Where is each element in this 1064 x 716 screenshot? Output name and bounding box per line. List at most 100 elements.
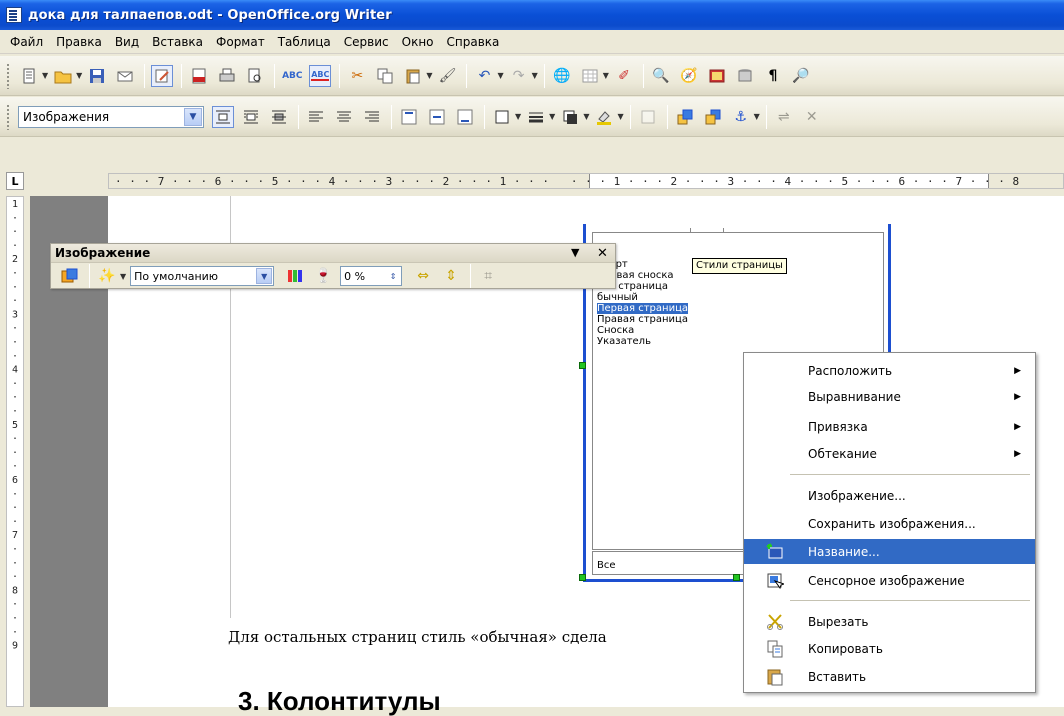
menu-item-picture[interactable]: Изображение... [744,483,1035,508]
anchor-dropdown-icon[interactable]: ▼ [754,112,760,121]
menu-insert[interactable]: Вставка [152,35,203,49]
resize-handle[interactable] [579,362,586,369]
resize-handle[interactable] [733,574,740,581]
anchor-icon[interactable]: ⚓ [730,106,752,128]
toolbar-grip[interactable] [6,103,10,130]
menu-table[interactable]: Таблица [278,35,331,49]
unlink-frames-icon[interactable]: ✕ [801,106,823,128]
menu-file[interactable]: Файл [10,35,43,49]
menu-item-caption[interactable]: Название... [744,539,1035,564]
menu-item-image-map[interactable]: Сенсорное изображение [744,568,1035,593]
crop-icon[interactable]: ⌗ [477,265,499,287]
flip-horizontal-icon[interactable]: ⇕ [440,265,462,287]
open-dropdown-icon[interactable]: ▼ [76,71,82,80]
window-titlebar[interactable]: дока для талпаепов.odt - OpenOffice.org … [0,0,1064,30]
cut-icon[interactable]: ✂ [346,65,368,87]
chevron-down-icon[interactable]: ▼ [184,107,202,126]
resize-handle[interactable] [579,574,586,581]
borders-icon[interactable] [491,106,513,128]
menu-item-wrap[interactable]: Обтекание ▶ [744,441,1035,466]
show-draw-functions-icon[interactable]: ✐ [613,65,635,87]
line-style-dropdown-icon[interactable]: ▼ [549,112,555,121]
copy-icon[interactable] [374,65,396,87]
hyperlink-icon[interactable]: 🌐 [551,65,573,87]
menu-help[interactable]: Справка [447,35,500,49]
transparency-icon[interactable]: 🍷 [312,265,334,287]
spin-arrows-icon[interactable]: ⇕ [386,268,400,284]
align-middle-icon[interactable] [426,106,448,128]
section-heading[interactable]: 3. Колонтитулы [238,688,441,714]
border-color-dropdown-icon[interactable]: ▼ [583,112,589,121]
color-icon[interactable] [284,265,306,287]
menu-item-alignment[interactable]: Выравнивание ▶ [744,384,1035,409]
send-to-back-icon[interactable] [702,106,724,128]
horizontal-ruler[interactable]: · · · 7 · · · 6 · · · 5 · · · 4 · · · 3 … [108,173,1064,189]
flip-vertical-icon[interactable]: ⇔ [412,265,434,287]
magic-wand-icon[interactable]: ✨ [96,265,118,287]
print-preview-icon[interactable] [244,65,266,87]
gallery-icon[interactable] [706,65,728,87]
table-icon[interactable] [579,65,601,87]
clone-formatting-icon[interactable]: 🖌 [436,65,458,87]
menu-edit[interactable]: Правка [56,35,102,49]
menu-item-paste[interactable]: Вставить [744,664,1035,689]
paste-icon[interactable] [402,65,424,87]
menu-format[interactable]: Формат [216,35,265,49]
wrap-through-icon[interactable] [268,106,290,128]
link-frames-icon[interactable]: ⇌ [773,106,795,128]
align-right-icon[interactable] [361,106,383,128]
redo-icon[interactable]: ↷ [508,65,530,87]
print-icon[interactable] [216,65,238,87]
zoom-icon[interactable]: 🔎 [790,65,812,87]
open-folder-icon[interactable] [52,65,74,87]
chevron-down-icon[interactable]: ▼ [256,268,273,284]
bring-to-front-icon[interactable] [674,106,696,128]
autospellcheck-icon[interactable]: ABC [309,64,332,87]
formatting-marks-icon[interactable]: ¶ [762,65,784,87]
page-wrap-icon[interactable] [240,106,262,128]
close-icon[interactable]: ✕ [597,246,608,261]
export-pdf-icon[interactable] [188,65,210,87]
background-color-icon[interactable] [593,106,615,128]
find-replace-icon[interactable]: 🔍 [650,65,672,87]
filter-dropdown-icon[interactable]: ▼ [120,272,126,281]
undo-icon[interactable]: ↶ [473,65,495,87]
image-filter-icon[interactable] [59,265,81,287]
vertical-ruler[interactable]: 1 · · · 2 · · · 3 · · · 4 · · · 5 · · · 6 · · · 7 · · · 8 · · · 9 [6,196,24,707]
transparency-spinner[interactable]: 0 % ⇕ [340,266,403,286]
menu-item-anchor[interactable]: Привязка ▶ [744,414,1035,439]
align-left-icon[interactable] [305,106,327,128]
save-icon[interactable] [86,65,108,87]
undo-dropdown-icon[interactable]: ▼ [497,71,503,80]
line-style-icon[interactable] [525,106,547,128]
graphics-mode-select[interactable]: По умолчанию ▼ [130,266,275,286]
writer-app-icon[interactable] [6,7,22,23]
paste-dropdown-icon[interactable]: ▼ [426,71,432,80]
menu-window[interactable]: Окно [402,35,434,49]
frame-properties-icon[interactable] [637,106,659,128]
navigator-icon[interactable]: 🧭 [678,65,700,87]
body-paragraph[interactable]: Для остальных страниц стиль «обычная» сд… [228,628,607,646]
align-center-icon[interactable] [333,106,355,128]
align-top-icon[interactable] [398,106,420,128]
toolbar-grip[interactable] [6,62,10,89]
menu-item-cut[interactable]: Вырезать [744,609,1035,634]
wrap-off-icon[interactable] [212,105,234,128]
menu-tools[interactable]: Сервис [344,35,389,49]
data-sources-icon[interactable] [734,65,756,87]
edit-file-icon[interactable] [151,64,174,87]
new-document-icon[interactable] [18,65,40,87]
menu-item-save-graphics[interactable]: Сохранить изображения... [744,511,1035,536]
menu-item-arrange[interactable]: Расположить ▶ [744,358,1035,383]
tab-stop-selector[interactable]: L [6,172,24,190]
border-color-icon[interactable] [559,106,581,128]
menu-view[interactable]: Вид [115,35,139,49]
borders-dropdown-icon[interactable]: ▼ [515,112,521,121]
menu-item-copy[interactable]: Копировать [744,636,1035,661]
redo-dropdown-icon[interactable]: ▼ [532,71,538,80]
background-color-dropdown-icon[interactable]: ▼ [617,112,623,121]
paragraph-style-combo[interactable]: Изображения ▼ [18,105,204,128]
toolbar-options-icon[interactable]: ▼ [571,246,579,259]
image-toolbar-title[interactable]: Изображение [51,244,615,263]
new-dropdown-icon[interactable]: ▼ [42,71,48,80]
